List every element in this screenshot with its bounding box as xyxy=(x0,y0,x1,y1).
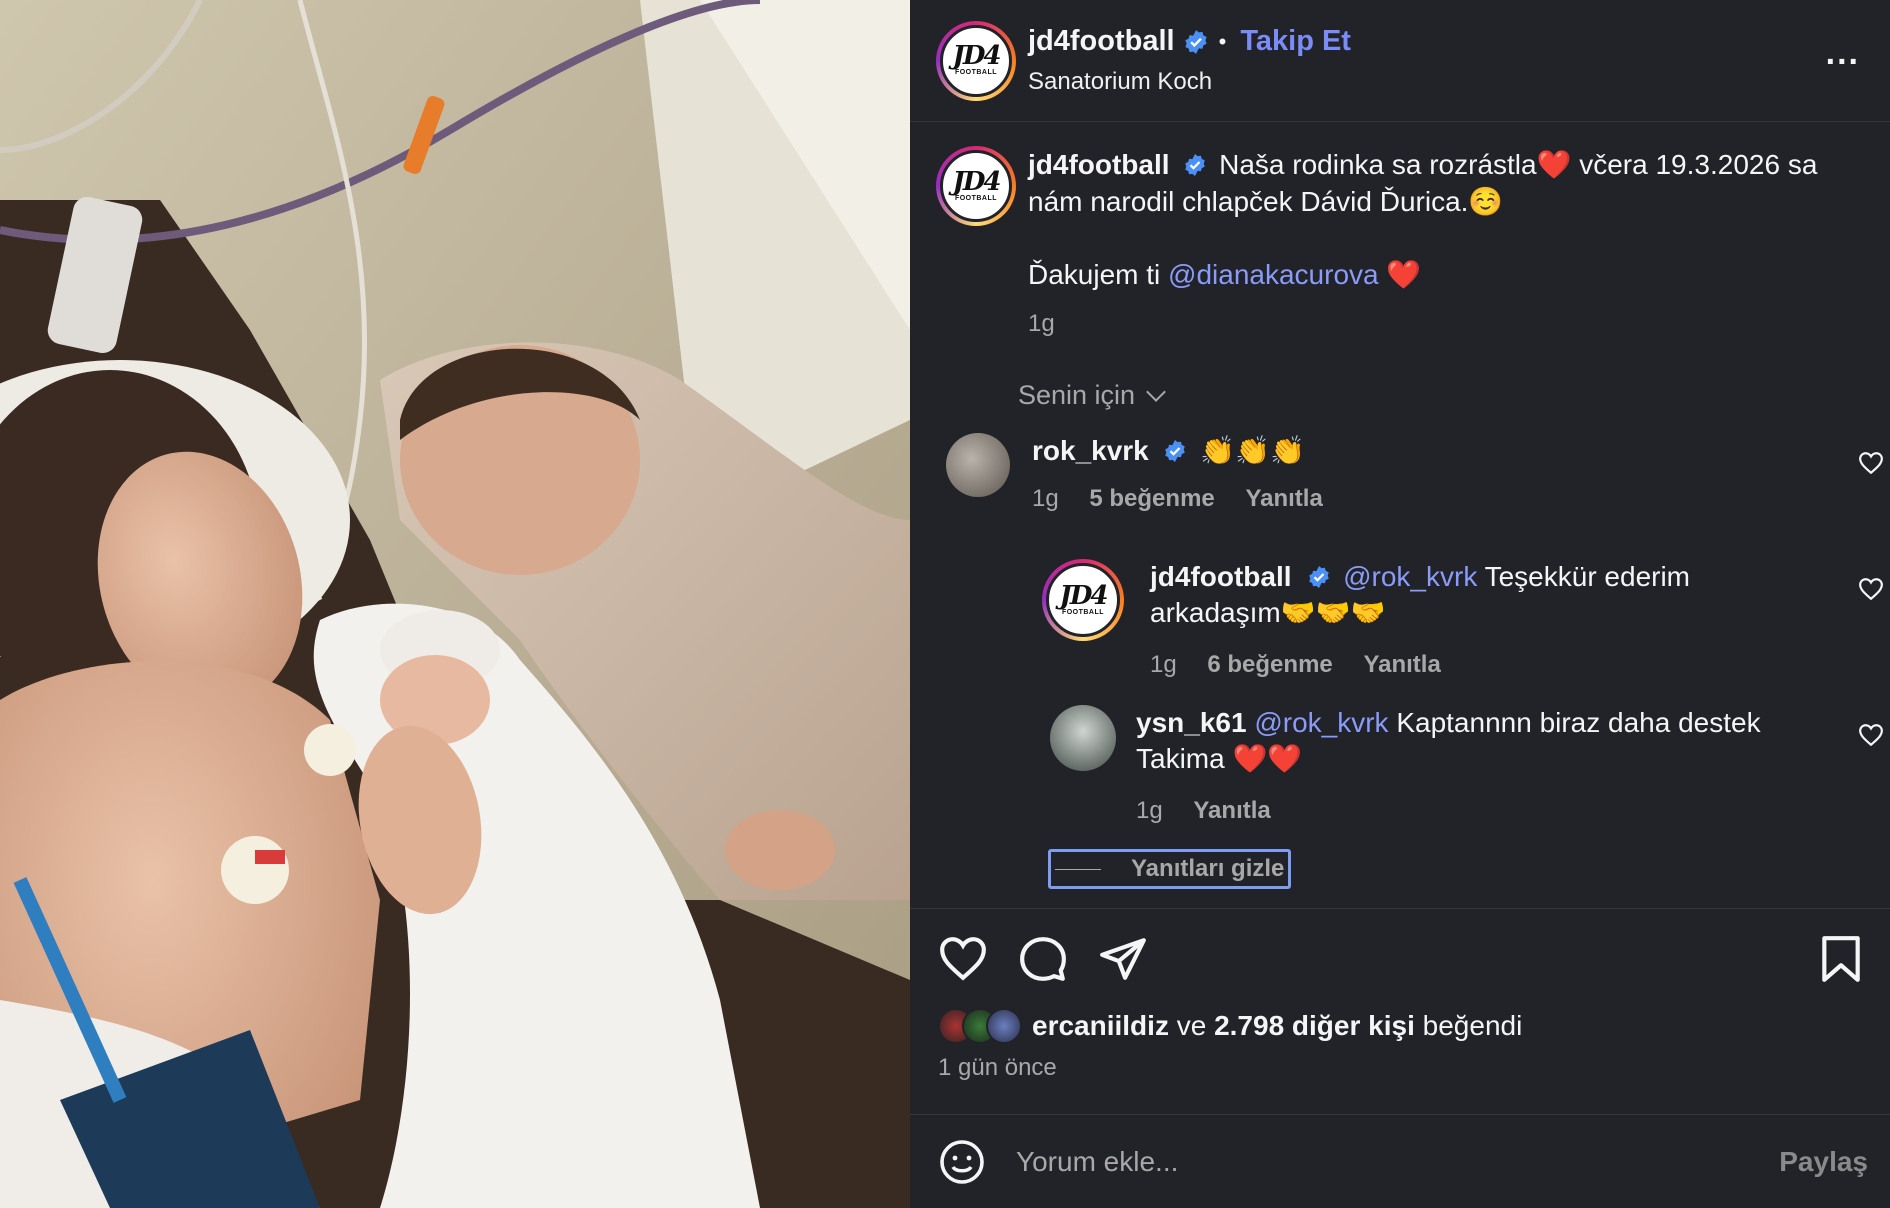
emoji-smiley-icon[interactable] xyxy=(938,1138,986,1186)
logo-text: JD4 xyxy=(952,166,1002,197)
bookmark-save-icon[interactable] xyxy=(1816,934,1866,984)
newborn-photo-illustration xyxy=(0,0,910,1208)
reply-time: 1g xyxy=(1136,797,1163,824)
likes-connector: ve xyxy=(1168,1010,1215,1041)
reply-item: ysn_k61 @rok_kvrk Kaptannnn biraz daha d… xyxy=(1050,705,1890,829)
comment-composer: Paylaş xyxy=(910,1114,1890,1208)
reply-item: JD4 FOOTBALL jd4football @rok_kvrk Teşek… xyxy=(1042,559,1890,683)
like-comment-heart-icon[interactable] xyxy=(1858,577,1884,601)
reply-username[interactable]: jd4football xyxy=(1150,561,1292,592)
reply-time: 1g xyxy=(1150,651,1177,678)
comment-username[interactable]: rok_kvrk xyxy=(1032,435,1149,466)
caption-heart: ❤️ xyxy=(1378,259,1422,290)
verified-badge-icon xyxy=(1184,29,1207,54)
author-username[interactable]: jd4football xyxy=(1028,25,1175,58)
reply-mention[interactable]: @rok_kvrk xyxy=(1343,561,1477,592)
reply-username[interactable]: ysn_k61 xyxy=(1136,707,1247,738)
logo-subtext: FOOTBALL xyxy=(1061,608,1105,616)
post-comment-button[interactable]: Paylaş xyxy=(1779,1146,1868,1178)
author-avatar[interactable]: JD4 FOOTBALL xyxy=(936,20,1016,101)
post-header: JD4 FOOTBALL jd4football • Takip Et Sana… xyxy=(910,0,1890,122)
post-caption: JD4 FOOTBALL jd4football Naša rodinka sa… xyxy=(910,122,1890,342)
like-comment-heart-icon[interactable] xyxy=(1858,723,1884,747)
caption-username[interactable]: jd4football xyxy=(1028,149,1170,180)
post-location[interactable]: Sanatorium Koch xyxy=(1028,68,1826,96)
likes-suffix: beğendi xyxy=(1414,1010,1523,1041)
post-actions-bar xyxy=(910,908,1890,1008)
logo-subtext: FOOTBALL xyxy=(954,69,998,76)
comment-likes[interactable]: 5 beğenme xyxy=(1089,485,1214,512)
comment-time: 1g xyxy=(1032,485,1059,512)
post-age: 1 gün önce xyxy=(938,1054,1057,1081)
like-heart-icon[interactable] xyxy=(938,934,988,984)
comment-sort-dropdown[interactable]: Senin için xyxy=(910,342,1890,411)
caption-thanks: Ďakujem ti xyxy=(1028,259,1169,290)
verified-badge-icon xyxy=(1185,154,1206,176)
reply-avatar[interactable]: JD4 FOOTBALL xyxy=(1042,559,1124,641)
liker-username[interactable]: ercaniildiz xyxy=(1032,1010,1169,1042)
instagram-post-view: JD4 FOOTBALL jd4football • Takip Et Sana… xyxy=(0,0,1890,1208)
chevron-down-icon xyxy=(1146,381,1166,402)
reply-avatar[interactable] xyxy=(1050,705,1116,771)
comment-input[interactable] xyxy=(1016,1145,1780,1178)
comment-text: 👏👏👏 xyxy=(1200,435,1305,466)
verified-badge-icon xyxy=(1309,566,1330,588)
verified-badge-icon xyxy=(1164,440,1185,462)
comments-scroll-area[interactable]: JD4 FOOTBALL jd4football Naša rodinka sa… xyxy=(910,122,1890,908)
post-photo[interactable] xyxy=(0,0,910,1208)
divider-line xyxy=(1055,868,1101,870)
hide-replies-label: Yanıtları gizle xyxy=(1131,855,1285,882)
more-options-icon[interactable]: ... xyxy=(1826,34,1860,87)
logo-subtext: FOOTBALL xyxy=(954,194,998,202)
like-comment-heart-icon[interactable] xyxy=(1858,451,1884,475)
likers-avatars xyxy=(938,1008,1022,1044)
hide-replies-button[interactable]: Yanıtları gizle xyxy=(1048,849,1292,889)
likes-others-count[interactable]: 2.798 diğer kişi xyxy=(1214,1010,1415,1042)
sort-label: Senin için xyxy=(1018,380,1136,410)
separator-dot: • xyxy=(1218,28,1227,54)
likes-summary[interactable]: ercaniildiz ve 2.798 diğer kişi beğendi xyxy=(910,1008,1890,1044)
reply-likes[interactable]: 6 beğenme xyxy=(1207,651,1332,678)
comment-item: rok_kvrk 👏👏👏 1g 5 beğenme Yanıtla xyxy=(946,433,1890,517)
reply-button[interactable]: Yanıtla xyxy=(1193,797,1270,824)
share-send-icon[interactable] xyxy=(1098,934,1148,984)
reply-button[interactable]: Yanıtla xyxy=(1245,485,1322,512)
reply-button[interactable]: Yanıtla xyxy=(1363,651,1440,678)
caption-mention[interactable]: @dianakacurova xyxy=(1168,259,1379,290)
reply-mention[interactable]: @rok_kvrk xyxy=(1254,707,1388,738)
caption-time: 1g xyxy=(1028,310,1055,337)
comment-bubble-icon[interactable] xyxy=(1018,934,1068,984)
logo-text: JD4 xyxy=(952,41,1002,71)
follow-button[interactable]: Takip Et xyxy=(1240,25,1351,58)
caption-avatar[interactable]: JD4 FOOTBALL xyxy=(936,146,1016,226)
logo-text: JD4 xyxy=(1059,580,1109,611)
post-side-panel: JD4 FOOTBALL jd4football • Takip Et Sana… xyxy=(910,0,1890,1208)
commenter-avatar[interactable] xyxy=(946,433,1010,497)
